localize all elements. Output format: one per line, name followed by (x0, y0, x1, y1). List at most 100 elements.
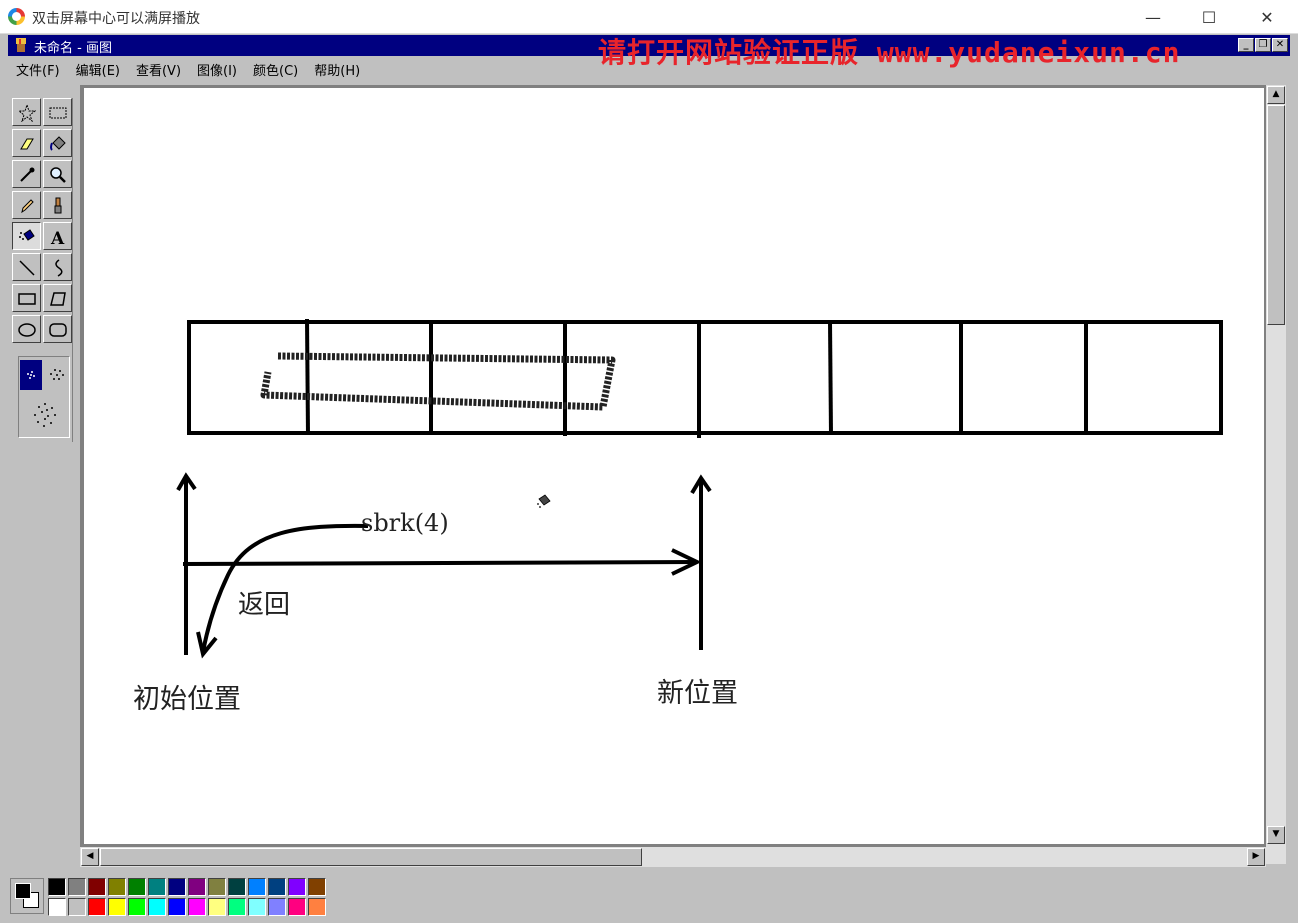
paint-title: 未命名 - 画图 (34, 41, 112, 56)
spray-small-icon (27, 371, 35, 379)
menu-view[interactable]: 查看(V) (128, 60, 189, 79)
mdi-minimize-button[interactable]: _ (1238, 38, 1254, 52)
sbrk-label: sbrk(4) (361, 509, 449, 537)
mdi-restore-button[interactable]: ❐ (1255, 38, 1271, 52)
palette-swatch[interactable] (268, 878, 286, 896)
palette-swatch[interactable] (288, 878, 306, 896)
tool-rectangle[interactable] (12, 284, 41, 312)
eyedropper-icon (20, 167, 35, 182)
tool-polygon[interactable] (43, 284, 72, 312)
palette-swatch[interactable] (148, 898, 166, 916)
line-icon (19, 260, 35, 276)
palette-swatch[interactable] (268, 898, 286, 916)
scroll-left-button[interactable]: ◀ (81, 848, 99, 866)
tool-magnifier[interactable] (43, 160, 72, 188)
tool-pick-color[interactable] (12, 160, 41, 188)
airbrush-size-options (18, 356, 70, 438)
palette-swatch[interactable] (128, 878, 146, 896)
menu-help[interactable]: 帮助(H) (306, 60, 368, 79)
tool-pencil[interactable] (12, 191, 41, 219)
tool-airbrush[interactable] (12, 222, 41, 250)
menu-colors[interactable]: 颜色(C) (245, 60, 306, 79)
scroll-down-button[interactable]: ▼ (1267, 826, 1285, 844)
spray-medium-icon (50, 369, 64, 380)
palette-swatch[interactable] (188, 898, 206, 916)
menu-edit[interactable]: 编辑(E) (68, 60, 128, 79)
palette-swatch[interactable] (48, 898, 66, 916)
player-logo-icon (8, 8, 25, 25)
initial-position-label: 初始位置 (133, 684, 241, 715)
player-maximize-button[interactable]: ☐ (1180, 0, 1238, 34)
palette-swatch[interactable] (308, 878, 326, 896)
palette-swatch[interactable] (148, 878, 166, 896)
palette-swatch[interactable] (248, 878, 266, 896)
polygon-icon (50, 292, 66, 306)
current-colors[interactable] (10, 878, 44, 914)
palette-swatch[interactable] (208, 898, 226, 916)
tool-rounded-rect[interactable] (43, 315, 72, 343)
paint-window: 未命名 - 画图 请打开网站验证正版 www.yudaneixun.cn _ ❐… (0, 34, 1298, 923)
tool-curve[interactable] (43, 253, 72, 281)
palette-swatch[interactable] (168, 898, 186, 916)
palette-swatch[interactable] (88, 878, 106, 896)
toolbox: A (10, 98, 73, 442)
scroll-up-button[interactable]: ▲ (1267, 86, 1285, 104)
tool-line[interactable] (12, 253, 41, 281)
player-minimize-button[interactable]: — (1124, 0, 1182, 34)
spray-size-medium[interactable] (45, 360, 69, 390)
spray-large-icon (34, 403, 56, 427)
palette-swatch[interactable] (108, 878, 126, 896)
palette-swatch[interactable] (308, 898, 326, 916)
return-label: 返回 (238, 590, 291, 620)
vertical-scroll-thumb[interactable] (1267, 105, 1285, 325)
curve-icon (55, 259, 63, 277)
menubar: 文件(F) 编辑(E) 查看(V) 图像(I) 颜色(C) 帮助(H) (8, 58, 1290, 80)
palette-swatch[interactable] (128, 898, 146, 916)
palette-swatch[interactable] (108, 898, 126, 916)
tool-ellipse[interactable] (12, 315, 41, 343)
palette-swatch[interactable] (68, 878, 86, 896)
spray-size-large[interactable] (29, 397, 61, 433)
horizontal-scroll-thumb[interactable] (100, 848, 642, 866)
player-title: 双击屏幕中心可以满屏播放 (32, 11, 200, 27)
tool-rect-select[interactable] (43, 98, 72, 126)
brush-icon (54, 197, 62, 214)
palette-swatch[interactable] (68, 898, 86, 916)
tool-eraser[interactable] (12, 129, 41, 157)
magnifier-icon (50, 167, 66, 183)
tool-free-select[interactable] (12, 98, 41, 126)
drawing-canvas[interactable] (84, 88, 1264, 844)
horizontal-scrollbar[interactable]: ◀ ▶ (80, 847, 1266, 867)
palette-swatch[interactable] (228, 878, 246, 896)
palette-swatch[interactable] (208, 878, 226, 896)
palette-swatch[interactable] (248, 898, 266, 916)
tool-brush[interactable] (43, 191, 72, 219)
canvas-area (80, 85, 1286, 864)
vertical-scrollbar[interactable]: ▲ ▼ (1266, 85, 1286, 864)
tool-text[interactable]: A (43, 222, 72, 250)
foreground-color-swatch (15, 883, 31, 899)
palette-swatch[interactable] (288, 898, 306, 916)
text-icon: A (50, 229, 65, 246)
menu-image[interactable]: 图像(I) (189, 60, 245, 79)
palette-swatch[interactable] (88, 898, 106, 916)
spray-size-small[interactable] (20, 360, 42, 390)
pencil-icon (21, 199, 34, 214)
tool-fill[interactable] (43, 129, 72, 157)
scroll-right-button[interactable]: ▶ (1247, 848, 1265, 866)
color-palette (10, 876, 330, 918)
rect-select-icon (49, 107, 67, 119)
menu-file[interactable]: 文件(F) (8, 60, 68, 79)
palette-swatch[interactable] (188, 878, 206, 896)
palette-swatch[interactable] (228, 898, 246, 916)
rectangle-icon (18, 293, 36, 305)
player-titlebar: 双击屏幕中心可以满屏播放 — ☐ ✕ (0, 0, 1298, 34)
player-close-button[interactable]: ✕ (1238, 0, 1296, 34)
eraser-icon (20, 138, 34, 150)
mdi-close-button[interactable]: ✕ (1272, 38, 1288, 52)
airbrush-icon (19, 229, 35, 241)
palette-swatch[interactable] (168, 878, 186, 896)
paint-titlebar: 未命名 - 画图 请打开网站验证正版 www.yudaneixun.cn _ ❐… (8, 35, 1290, 69)
new-position-label: 新位置 (657, 678, 738, 709)
palette-swatch[interactable] (48, 878, 66, 896)
